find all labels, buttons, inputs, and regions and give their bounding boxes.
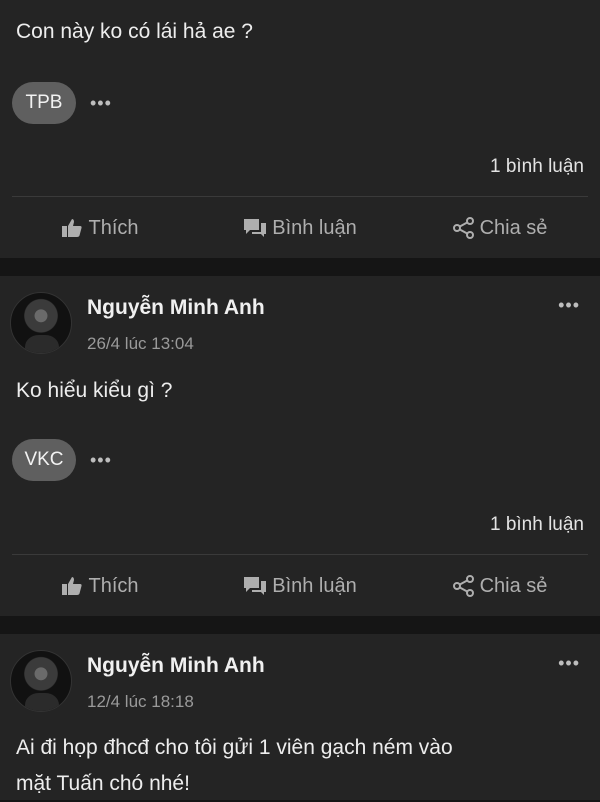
divider [12,554,588,555]
author-name[interactable]: Nguyễn Minh Anh [87,296,265,320]
reactor-more-icon[interactable]: ••• [90,94,112,112]
comment-count[interactable]: 1 bình luận [490,156,584,178]
post-options-icon[interactable]: ••• [558,654,580,672]
post-card: Nguyễn Minh Anh 12/4 lúc 18:18 ••• Ai đi… [0,634,600,800]
like-button[interactable]: Thích [0,566,200,606]
comment-label: Bình luận [272,216,357,239]
thumbs-up-icon [62,219,83,237]
share-label: Chia sẻ [479,216,548,239]
post-text: Con này ko có lái hả ae ? [16,20,253,43]
action-bar: Thích Bình luận Chia sẻ [0,208,600,248]
share-label: Chia sẻ [479,574,548,597]
comment-label: Bình luận [272,574,357,597]
action-bar: Thích Bình luận Chia sẻ [0,566,600,606]
like-label: Thích [88,574,139,597]
like-button[interactable]: Thích [0,208,200,248]
comment-button[interactable]: Bình luận [200,208,400,248]
avatar[interactable] [10,650,72,712]
post-timestamp[interactable]: 26/4 lúc 13:04 [87,334,194,354]
share-icon [452,575,474,597]
post-text: Ai đi họp đhcđ cho tôi gửi 1 viên gạch n… [16,730,453,802]
post-card: Nguyễn Minh Anh 26/4 lúc 13:04 ••• Ko hi… [0,276,600,616]
comment-icon [244,219,267,237]
author-name[interactable]: Nguyễn Minh Anh [87,654,265,678]
comment-icon [244,577,267,595]
reactor-row: TPB ••• [12,82,112,124]
thumbs-up-icon [62,577,83,595]
post-options-icon[interactable]: ••• [558,296,580,314]
post-text-line: Ai đi họp đhcđ cho tôi gửi 1 viên gạch n… [16,736,453,759]
share-button[interactable]: Chia sẻ [400,208,600,248]
avatar[interactable] [10,292,72,354]
share-icon [452,217,474,239]
reactor-avatar-chip[interactable]: VKC [12,439,76,481]
like-label: Thích [88,216,139,239]
share-button[interactable]: Chia sẻ [400,566,600,606]
comment-count[interactable]: 1 bình luận [490,514,584,536]
post-text: Ko hiểu kiểu gì ? [16,379,173,402]
post-text-line: mặt Tuấn chó nhé! [16,772,190,795]
reactor-avatar-chip[interactable]: TPB [12,82,76,124]
post-card: Con này ko có lái hả ae ? TPB ••• 1 bình… [0,0,600,258]
reactor-more-icon[interactable]: ••• [90,451,112,469]
comment-button[interactable]: Bình luận [200,566,400,606]
divider [12,196,588,197]
post-timestamp[interactable]: 12/4 lúc 18:18 [87,692,194,712]
reactor-row: VKC ••• [12,439,112,481]
